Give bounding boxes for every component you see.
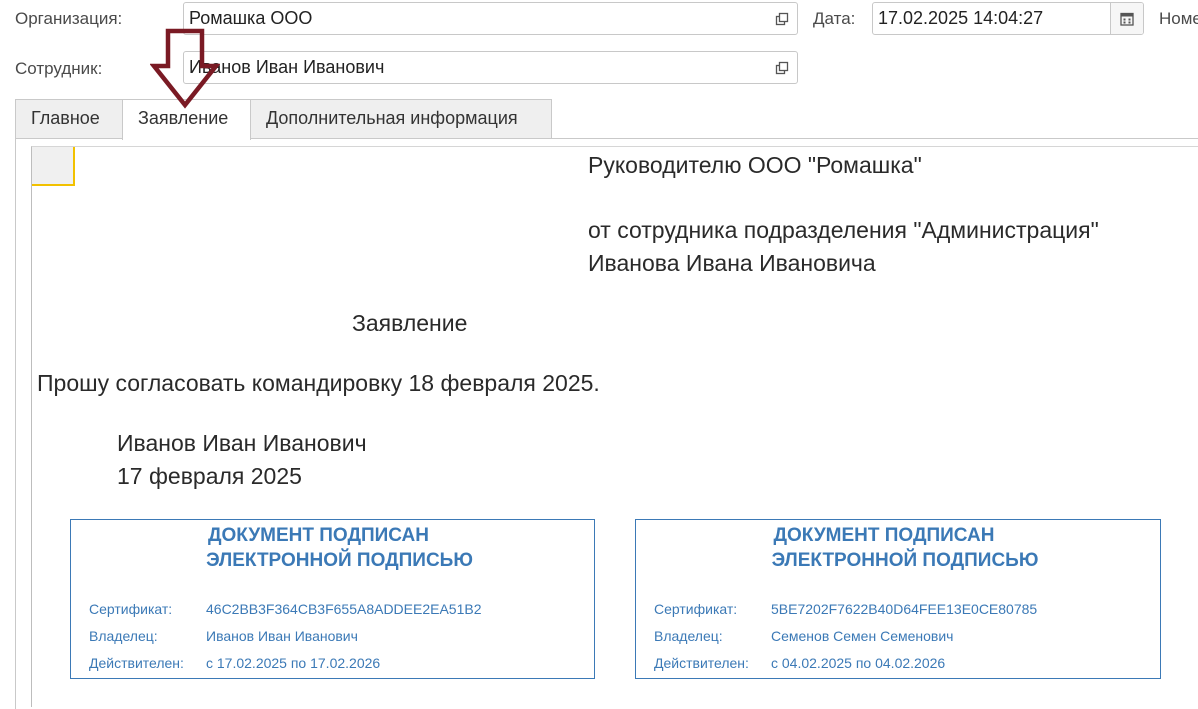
date-field[interactable]: 17.02.2025 14:04:27 bbox=[872, 2, 1144, 35]
organization-value: Ромашка ООО bbox=[189, 8, 313, 28]
calendar-icon bbox=[1120, 12, 1134, 26]
stamp-owner-label: Владелец: bbox=[89, 628, 158, 644]
stamp-title-line1: ДОКУМЕНТ ПОДПИСАН bbox=[207, 525, 430, 546]
signature-stamp: ДОКУМЕНТ ПОДПИСАН ЭЛЕКТРОННОЙ ПОДПИСЬЮ С… bbox=[70, 519, 595, 679]
stamp-owner-label: Владелец: bbox=[654, 628, 723, 644]
signer-name: Иванов Иван Иванович bbox=[117, 430, 367, 456]
stamp-title-line1: ДОКУМЕНТ ПОДПИСАН bbox=[773, 525, 995, 546]
stamp-valid-label: Действителен: bbox=[89, 655, 184, 671]
date-label: Дата: bbox=[813, 9, 856, 28]
employee-field[interactable]: Иванов Иван Иванович bbox=[183, 51, 798, 84]
stamp-cert-label: Сертификат: bbox=[89, 601, 173, 617]
stamp-owner-value: Семенов Семен Семенович bbox=[771, 628, 954, 644]
document-title: Заявление bbox=[352, 310, 468, 336]
from-name: Иванова Ивана Ивановича bbox=[588, 250, 876, 276]
calendar-button[interactable] bbox=[1110, 3, 1143, 34]
open-employee-button[interactable] bbox=[767, 52, 797, 83]
stamp-title: ДОКУМЕНТ ПОДПИСАН ЭЛЕКТРОННОЙ ПОДПИСЬЮ bbox=[636, 523, 1160, 573]
employee-label: Сотрудник: bbox=[15, 59, 103, 78]
down-arrow-annotation-icon bbox=[150, 28, 220, 109]
stamp-title-line2: ЭЛЕКТРОННОЙ ПОДПИСЬЮ bbox=[771, 550, 1039, 571]
stamp-cert-value: 5BE7202F7622B40D64FEE13E0CE80785 bbox=[771, 601, 1038, 617]
addressee-line: Руководителю ООО "Ромашка" bbox=[588, 152, 922, 178]
number-label: Номер bbox=[1159, 9, 1198, 28]
open-organization-button[interactable] bbox=[767, 3, 797, 34]
stamp-valid-label: Действителен: bbox=[654, 655, 749, 671]
stamp-valid-value: с 17.02.2025 по 17.02.2026 bbox=[206, 655, 381, 671]
sign-date: 17 февраля 2025 bbox=[117, 463, 302, 489]
organization-field[interactable]: Ромашка ООО bbox=[183, 2, 798, 35]
signature-stamp: ДОКУМЕНТ ПОДПИСАН ЭЛЕКТРОННОЙ ПОДПИСЬЮ С… bbox=[635, 519, 1161, 679]
stamp-cert-value: 46C2BB3F364CB3F655A8ADDEE2EA51B2 bbox=[206, 601, 482, 617]
tab-main[interactable]: Главное bbox=[15, 99, 123, 138]
stamp-cert-label: Сертификат: bbox=[654, 601, 738, 617]
stamp-valid-value: с 04.02.2025 по 04.02.2026 bbox=[771, 655, 946, 671]
tab-additional-info[interactable]: Дополнительная информация bbox=[250, 99, 552, 138]
stamp-title-line2: ЭЛЕКТРОННОЙ ПОДПИСЬЮ bbox=[206, 550, 473, 571]
stamp-owner-value: Иванов Иван Иванович bbox=[206, 628, 358, 644]
open-link-icon bbox=[775, 61, 789, 74]
document-body: Прошу согласовать командировку 18 феврал… bbox=[37, 370, 600, 396]
from-line: от сотрудника подразделения "Администрац… bbox=[588, 217, 1099, 243]
date-value: 17.02.2025 14:04:27 bbox=[878, 8, 1044, 28]
stamp-title: ДОКУМЕНТ ПОДПИСАН ЭЛЕКТРОННОЙ ПОДПИСЬЮ bbox=[71, 523, 594, 573]
open-link-icon bbox=[775, 12, 789, 25]
organization-label: Организация: bbox=[15, 9, 123, 28]
document-corner-cell[interactable] bbox=[32, 147, 75, 186]
